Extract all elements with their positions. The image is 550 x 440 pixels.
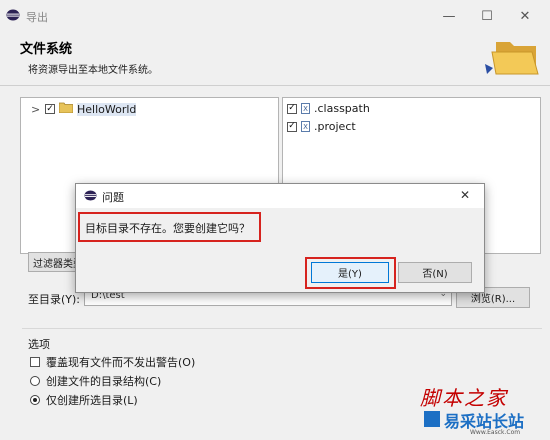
tree-item-label: HelloWorld [77, 102, 137, 116]
overwrite-label: 覆盖现有文件而不发出警告(O) [46, 356, 196, 369]
helloworld-checkbox[interactable]: ✓ [45, 104, 55, 114]
header-divider [0, 85, 550, 86]
yes-button[interactable]: 是(Y) [311, 262, 389, 283]
dialog-message: 目标目录不存在。您要创建它吗？ [85, 222, 250, 235]
file-item-label: .project [314, 120, 356, 133]
export-folder-icon [484, 30, 544, 82]
tree-item-helloworld[interactable]: > ✓ HelloWorld [31, 102, 137, 116]
file-item-label: .classpath [314, 102, 370, 115]
close-window-button[interactable]: ✕ [510, 4, 540, 28]
file-item-project[interactable]: ✓ X .project [287, 120, 356, 133]
file-item-classpath[interactable]: ✓ X .classpath [287, 102, 370, 115]
dialog-title: 问题 [102, 191, 124, 204]
options-group-label: 选项 [28, 338, 50, 351]
dialog-titlebar: 问题 ✕ [76, 184, 484, 208]
watermark-logo-icon [424, 411, 440, 427]
eclipse-app-icon [84, 190, 97, 204]
create-selected-label: 仅创建所选目录(L) [46, 394, 138, 407]
maximize-button[interactable]: ☐ [472, 4, 502, 28]
create-structure-label: 创建文件的目录结构(C) [46, 375, 162, 388]
xml-file-icon: X [301, 121, 310, 132]
project-folder-icon [58, 102, 74, 116]
watermark-url: Www.Easck.Com [470, 429, 521, 436]
create-structure-option[interactable]: 创建文件的目录结构(C) [30, 373, 161, 389]
expand-chevron-icon[interactable]: > [31, 103, 41, 116]
question-dialog: 问题 ✕ 目标目录不存在。您要创建它吗？ 是(Y) 否(N) [75, 183, 485, 293]
eclipse-app-icon [6, 9, 20, 21]
no-button[interactable]: 否(N) [398, 262, 472, 283]
create-selected-radio[interactable] [30, 395, 40, 405]
dialog-body: 目标目录不存在。您要创建它吗？ 是(Y) 否(N) [76, 208, 484, 292]
project-checkbox[interactable]: ✓ [287, 121, 297, 132]
create-selected-option[interactable]: 仅创建所选目录(L) [30, 392, 138, 408]
page-title: 文件系统 [20, 42, 73, 57]
overwrite-checkbox[interactable] [30, 357, 40, 367]
xml-file-icon: X [301, 103, 310, 114]
destination-label: 至目录(Y): [28, 293, 81, 306]
options-divider [22, 328, 542, 329]
overwrite-option[interactable]: 覆盖现有文件而不发出警告(O) [30, 354, 195, 370]
dialog-close-button[interactable]: ✕ [460, 188, 470, 202]
window-title: 导出 [26, 11, 48, 24]
watermark-text: 脚本之家 [420, 386, 508, 410]
create-structure-radio[interactable] [30, 376, 40, 386]
classpath-checkbox[interactable]: ✓ [287, 103, 297, 114]
page-description: 将资源导出至本地文件系统。 [28, 65, 158, 76]
minimize-button[interactable]: — [434, 4, 464, 28]
